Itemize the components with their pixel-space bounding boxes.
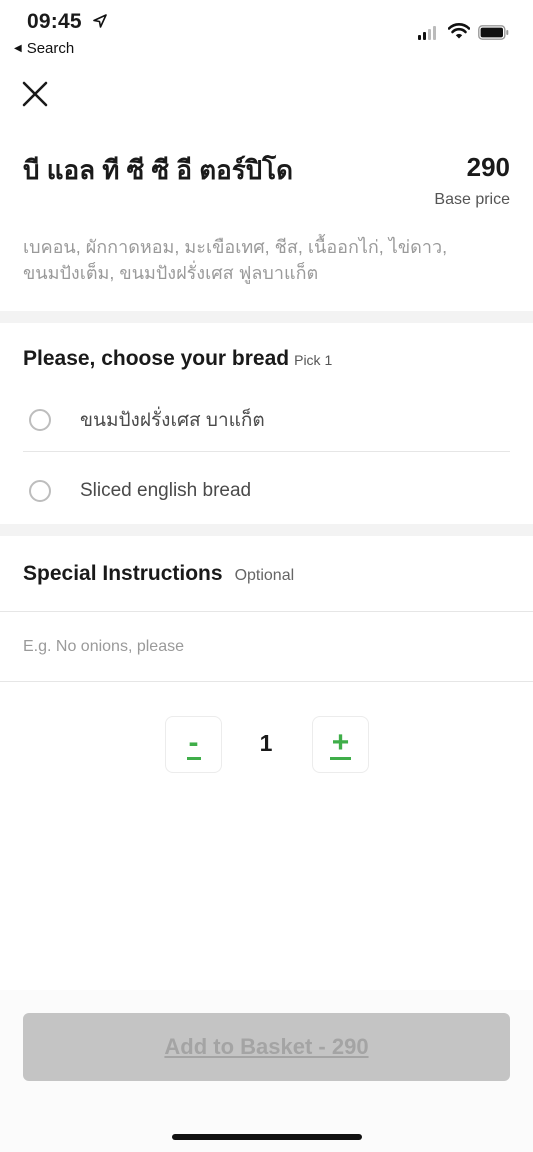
instructions-top-divider [0,611,533,612]
decrement-button[interactable]: - [165,716,222,773]
battery-icon [478,25,509,40]
radio-button[interactable] [29,480,51,502]
option-divider [23,451,510,452]
close-icon[interactable] [22,81,48,107]
add-to-basket-button[interactable]: Add to Basket - 290 [23,1013,510,1081]
item-price: 290 [466,152,510,182]
plus-label: + [329,726,352,760]
add-to-basket-label: Add to Basket - 290 [164,1034,369,1059]
bread-option-baguette[interactable]: ขนมปังฝรั่งเศส บาแก็ต [23,388,510,452]
item-description: เบคอน, ผักกาดหอม, มะเขือเทศ, ชีส, เนื้ออ… [23,237,448,283]
increment-button[interactable]: + [312,716,369,773]
base-price-label: Base price [434,191,510,208]
item-title: บี แอล ที ซี ซี อี ตอร์ปิโด [23,155,294,185]
bread-option-label: Sliced english bread [80,480,252,501]
bread-pick-hint: Pick 1 [294,352,333,368]
back-to-search-link[interactable]: ◀ Search [14,40,74,57]
section-divider [0,524,533,536]
bread-section-heading: Please, choose your bread Pick 1 [23,347,332,371]
wifi-icon [448,23,470,39]
signal-icon [418,26,436,40]
instructions-heading: Special Instructions Optional [23,562,294,586]
home-indicator[interactable] [172,1134,362,1140]
bread-option-label: ขนมปังฝรั่งเศส บาแก็ต [80,410,265,431]
radio-button[interactable] [29,409,51,431]
location-arrow-icon [93,14,107,28]
quantity-value: 1 [259,730,273,756]
instructions-bottom-divider [0,681,533,682]
special-instructions-input[interactable] [0,613,533,681]
instructions-optional-hint: Optional [234,567,295,584]
instructions-heading-text: Special Instructions [23,562,223,585]
bread-option-sliced-english[interactable]: Sliced english bread [23,459,510,523]
section-divider [0,311,533,323]
back-triangle-icon: ◀ [14,43,22,54]
minus-label: - [186,726,201,760]
status-time: 09:45 [27,10,82,33]
bread-heading-text: Please, choose your bread [23,347,290,370]
back-label: Search [26,40,75,57]
